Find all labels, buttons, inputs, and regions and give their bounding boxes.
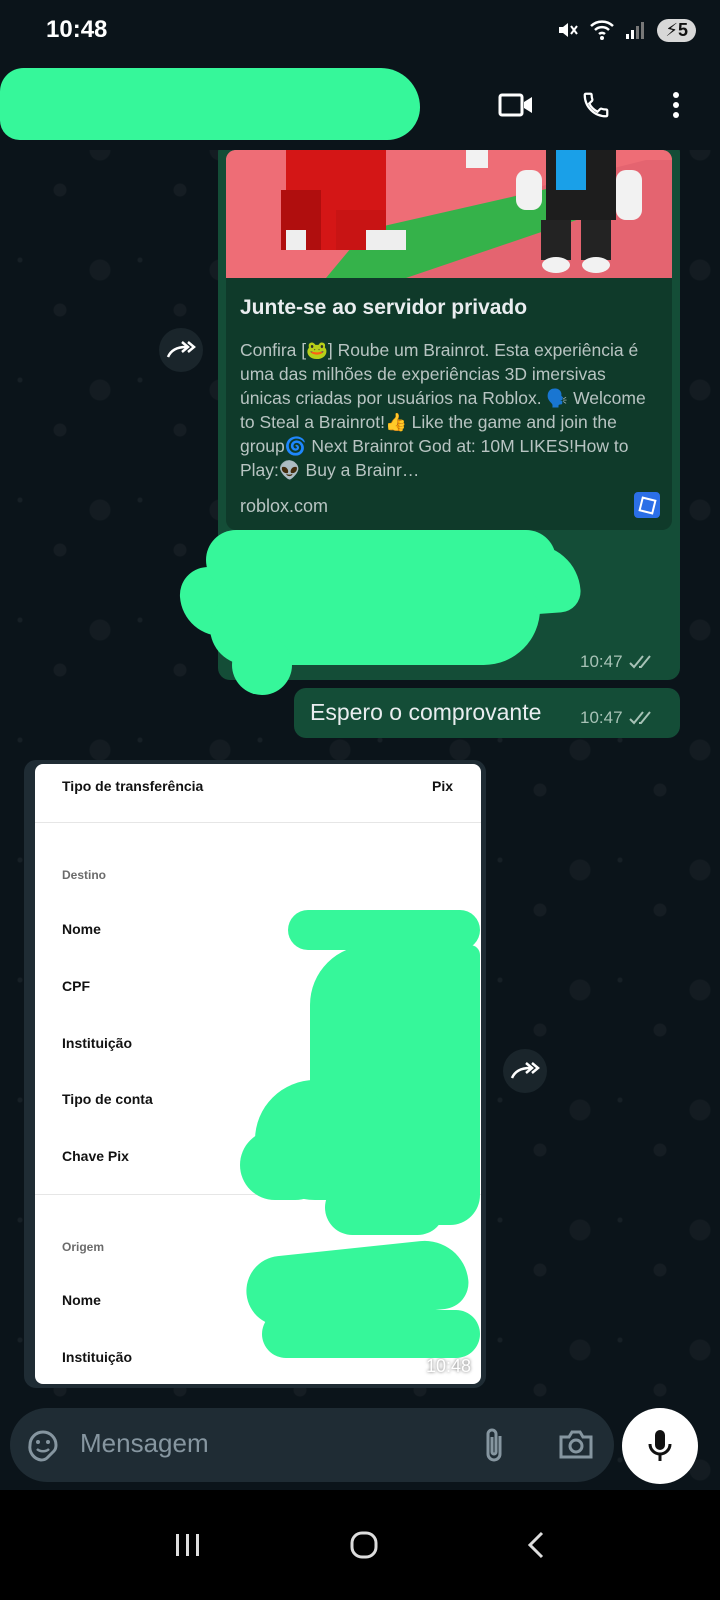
forward-icon: [166, 341, 196, 358]
redacted-receipt-values: [240, 1130, 330, 1200]
signal-icon: [626, 22, 645, 39]
roblox-scene-image: [226, 150, 672, 278]
redacted-receipt-values: [325, 1180, 445, 1235]
dest-field-institution: Instituição: [62, 1035, 133, 1051]
redacted-receipt-values: [288, 910, 480, 950]
mic-icon: [648, 1430, 672, 1461]
redacted-link-text: [232, 635, 292, 695]
battery-level: 5: [677, 19, 688, 40]
preview-image: [226, 150, 672, 278]
preview-title: Junte-se ao servidor privado: [240, 296, 528, 319]
read-receipt-icon: [628, 655, 651, 669]
recent-apps-icon[interactable]: [174, 1532, 202, 1558]
receipt-type-label: Tipo de transferência: [62, 778, 204, 794]
status-icons: ⚡5: [555, 18, 696, 42]
home-icon[interactable]: [349, 1530, 379, 1560]
wifi-icon: [590, 20, 615, 40]
status-time: 10:48: [46, 16, 108, 43]
dest-field-cpf: CPF: [62, 978, 90, 994]
phone-icon[interactable]: [576, 85, 616, 125]
sticker-icon[interactable]: [26, 1428, 60, 1462]
message-input-bar[interactable]: Mensagem: [10, 1408, 614, 1482]
attach-icon[interactable]: [480, 1426, 510, 1464]
contact-name-redaction[interactable]: [0, 68, 420, 140]
origin-field-institution: Instituição: [62, 1349, 133, 1365]
forward-button[interactable]: [159, 328, 203, 372]
dest-field-name: Nome: [62, 921, 101, 937]
preview-description: Confira [🐸] Roube um Brainrot. Esta expe…: [240, 340, 646, 480]
back-icon[interactable]: [526, 1530, 546, 1560]
redacted-receipt-values: [262, 1310, 480, 1358]
battery-indicator: ⚡5: [657, 18, 696, 42]
mute-icon: [559, 23, 579, 37]
system-navigation-bar: [0, 1490, 720, 1600]
divider: [35, 822, 481, 823]
more-vert-icon[interactable]: [656, 85, 696, 125]
preview-domain: roblox.com: [240, 496, 329, 516]
image-time: 10:48: [425, 1356, 471, 1376]
message-input[interactable]: Mensagem: [80, 1428, 209, 1459]
read-receipt-icon: [628, 711, 651, 725]
voice-message-button[interactable]: [622, 1408, 698, 1484]
message-meta: 10:47: [580, 708, 657, 728]
destination-section-label: Destino: [62, 868, 107, 882]
chat-header: [0, 60, 720, 150]
outgoing-message[interactable]: Espero o comprovante 10:47: [294, 688, 680, 738]
message-text: Espero o comprovante: [310, 699, 542, 725]
header-actions: [496, 85, 696, 125]
message-meta: 10:47: [580, 652, 657, 672]
origin-field-name: Nome: [62, 1292, 101, 1308]
camera-icon[interactable]: [558, 1428, 594, 1460]
receipt-type-value: Pix: [431, 778, 453, 794]
origin-section-label: Origem: [62, 1240, 105, 1254]
dest-field-account-type: Tipo de conta: [62, 1091, 153, 1107]
status-bar: 10:48 ⚡5: [0, 0, 720, 60]
link-preview-card[interactable]: Junte-se ao servidor privado Confira [🐸]…: [226, 150, 672, 530]
message-time: 10:47: [580, 708, 623, 727]
video-call-icon[interactable]: [496, 85, 536, 125]
dest-field-pix-key: Chave Pix: [62, 1148, 129, 1164]
forward-icon: [510, 1062, 540, 1079]
roblox-logo-icon: [634, 492, 660, 518]
forward-button[interactable]: [503, 1049, 547, 1093]
message-time: 10:47: [580, 652, 623, 671]
redacted-link-text: [206, 530, 556, 590]
